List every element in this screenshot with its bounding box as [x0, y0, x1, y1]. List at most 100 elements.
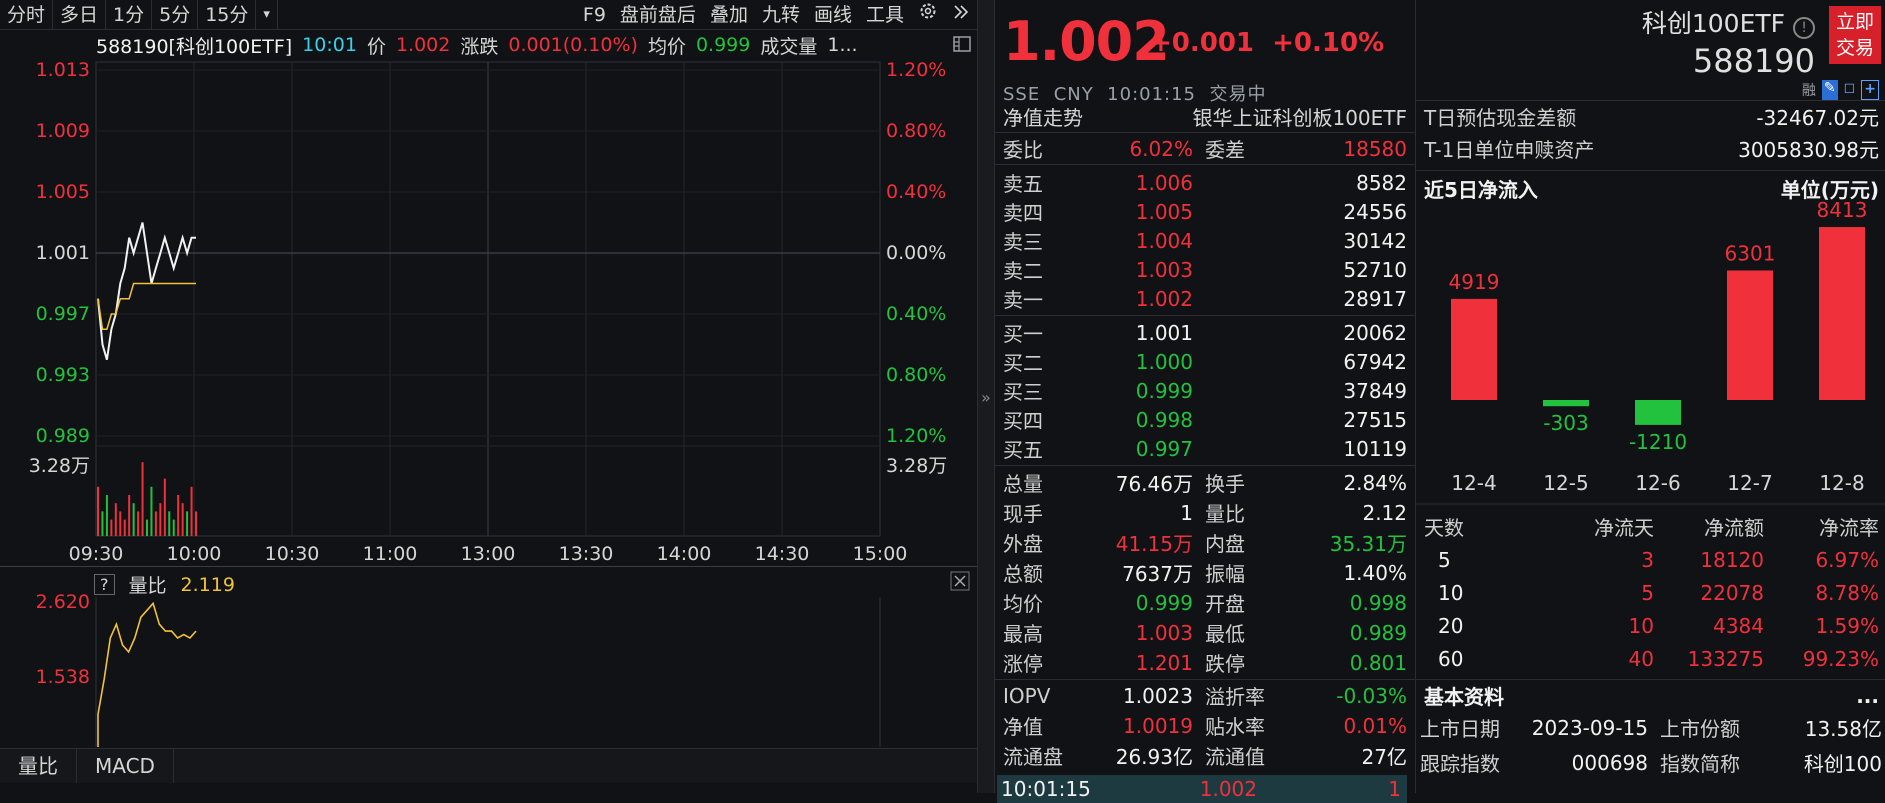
latest-tick-row[interactable]: 10:01:15 1.002 1 [997, 775, 1407, 803]
stat-row-value2: 1.40% [1343, 560, 1407, 585]
volume-tick-left: 3.28万 [29, 455, 90, 477]
settings-gear-icon[interactable] [911, 0, 945, 30]
nav-row[interactable]: 净值走势 银华上证科创板100ETF [1003, 102, 1407, 131]
bid-label: 买二 [1003, 351, 1043, 375]
stat-row-value2: 2.84% [1343, 470, 1407, 495]
draw-button[interactable]: 画线 [807, 0, 859, 30]
volume-bar [195, 511, 197, 536]
y-right-tick: 1.20% [886, 59, 946, 81]
ask-level[interactable]: 卖五 1.006 8582 [1003, 168, 1407, 197]
bid-level[interactable]: 买二 1.000 67942 [1003, 347, 1407, 376]
volume-bar [141, 462, 144, 536]
margin-icon[interactable]: 融 [1802, 80, 1816, 100]
panel-divider[interactable]: » [977, 0, 995, 793]
security-name-block: 科创100ETF ! 588190 [1642, 4, 1815, 80]
tab-5min[interactable]: 5分 [152, 0, 199, 30]
volume-bar [105, 495, 108, 536]
bid-volume: 20062 [1343, 320, 1407, 345]
flow-table-row: 20 10 4384 1.59% [1424, 611, 1879, 640]
volume-ratio-chart[interactable]: 2.620 1.538 [0, 567, 977, 749]
premarket-button[interactable]: 盘前盘后 [613, 0, 703, 30]
iopv-row-value2: -0.03% [1336, 683, 1407, 708]
overlay-button[interactable]: 叠加 [703, 0, 755, 30]
change-value: 0.001(0.10%) [508, 34, 638, 56]
price-value: 1.002 [395, 34, 451, 56]
flow-unit: 单位(万元) [1780, 178, 1879, 202]
tab-multiday[interactable]: 多日 [53, 0, 107, 30]
expand-chevron-icon[interactable]: » [981, 388, 991, 407]
etf-value: 3005830.98元 [1738, 138, 1879, 162]
ask-level[interactable]: 卖四 1.005 24556 [1003, 197, 1407, 226]
net-inflow-chart: 491912-4-30312-5-121012-6630112-7841312-… [1416, 198, 1885, 505]
flow-table-cell: 1.59% [1815, 613, 1879, 638]
ask-level[interactable]: 卖二 1.003 52710 [1003, 255, 1407, 284]
tab-1min[interactable]: 1分 [106, 0, 153, 30]
basic-label2: 上市份额 [1660, 717, 1740, 741]
separator [1416, 100, 1885, 101]
volume-tick-right: 3.28万 [886, 455, 947, 477]
stat-row-value2: 0.998 [1349, 590, 1407, 615]
x-tick: 13:30 [559, 543, 614, 564]
volume-bar [163, 478, 166, 536]
etf-row: T-1日单位申赎资产 3005830.98元 [1424, 134, 1879, 163]
stat-row-value2: 0.989 [1349, 620, 1407, 645]
tab-volume-ratio[interactable]: 量比 [0, 749, 77, 783]
separator [1416, 170, 1885, 171]
flow-table-cell: 10 [1628, 613, 1654, 638]
period-dropdown[interactable]: ▾ [256, 0, 278, 30]
tools-button[interactable]: 工具 [859, 0, 911, 30]
trade-now-button[interactable]: 立即交易 [1829, 6, 1881, 64]
avg-value: 0.999 [695, 34, 751, 56]
tab-macd[interactable]: MACD [77, 749, 174, 783]
ask-level[interactable]: 卖一 1.002 28917 [1003, 284, 1407, 313]
flow-table-header-cell: 天数 [1424, 516, 1464, 540]
ask-level[interactable]: 卖三 1.004 30142 [1003, 226, 1407, 255]
volume-bar [150, 486, 153, 536]
flow-table-cell: 22078 [1700, 580, 1764, 605]
basic-value2: 13.58亿 [1804, 717, 1882, 741]
edit-icon[interactable]: ✎ [1821, 80, 1838, 100]
y-left-tick: 1.005 [36, 181, 90, 203]
volume-bar [172, 519, 175, 536]
f9-button[interactable]: F9 [576, 0, 613, 30]
flow-table-cell: 8.78% [1815, 580, 1879, 605]
window-icon[interactable]: ◻ [1844, 80, 1856, 100]
volume-bar [123, 519, 126, 536]
security-code: 588190 [1692, 42, 1815, 80]
bid-label: 买三 [1003, 380, 1043, 404]
bid-level[interactable]: 买三 0.999 37849 [1003, 376, 1407, 405]
iopv-row-value2: 0.01% [1343, 713, 1407, 738]
tab-intraday[interactable]: 分时 [0, 0, 54, 30]
collapse-double-chevron-icon[interactable] [945, 0, 977, 30]
ask-price: 1.003 [1135, 257, 1193, 282]
basic-value1: 000698 [1571, 750, 1648, 775]
flow-table-header-cell: 净流额 [1704, 516, 1764, 540]
flow-table-row: 5 3 18120 6.97% [1424, 545, 1879, 574]
etf-label: T-1日单位申赎资产 [1424, 138, 1595, 162]
bid-level[interactable]: 买五 0.997 10119 [1003, 434, 1407, 463]
add-icon[interactable]: + [1861, 80, 1879, 100]
inflow-bar [1727, 270, 1773, 400]
nine-turn-button[interactable]: 九转 [755, 0, 807, 30]
stat-row-label1: 现手 [1003, 502, 1043, 526]
info-icon[interactable]: ! [1793, 17, 1815, 39]
bid-label: 买一 [1003, 322, 1043, 346]
intraday-chart[interactable]: 1.013 1.20% 1.009 0.80% 1.005 0.40% 1.001 0.00%… [0, 54, 977, 564]
bid-level[interactable]: 买四 0.998 27515 [1003, 405, 1407, 434]
volume-bar [146, 519, 148, 536]
inflow-date-label: 12-5 [1543, 471, 1588, 495]
volume-bar [154, 511, 157, 536]
stat-row-value2: 35.31万 [1329, 532, 1407, 556]
volume-bar [177, 495, 180, 536]
bid-level[interactable]: 买一 1.001 20062 [1003, 318, 1407, 347]
price-line [97, 222, 196, 360]
flow-table-header-cell: 净流天 [1594, 516, 1654, 540]
lower-y-tick: 1.538 [36, 666, 90, 688]
tab-15min[interactable]: 15分 [198, 0, 257, 30]
more-button[interactable]: ... [1856, 684, 1879, 708]
stat-row: 涨停 1.201 跌停 0.801 [1003, 648, 1407, 677]
chart-panel: 分时 多日 1分 5分 15分 ▾ F9 盘前盘后 叠加 九转 画线 工具 58… [0, 0, 977, 793]
separator [995, 315, 1415, 316]
basic-info-row: 上市日期 2023-09-15 上市份额 13.58亿 [1420, 713, 1882, 742]
tick-time: 10:01:15 [1001, 777, 1091, 801]
